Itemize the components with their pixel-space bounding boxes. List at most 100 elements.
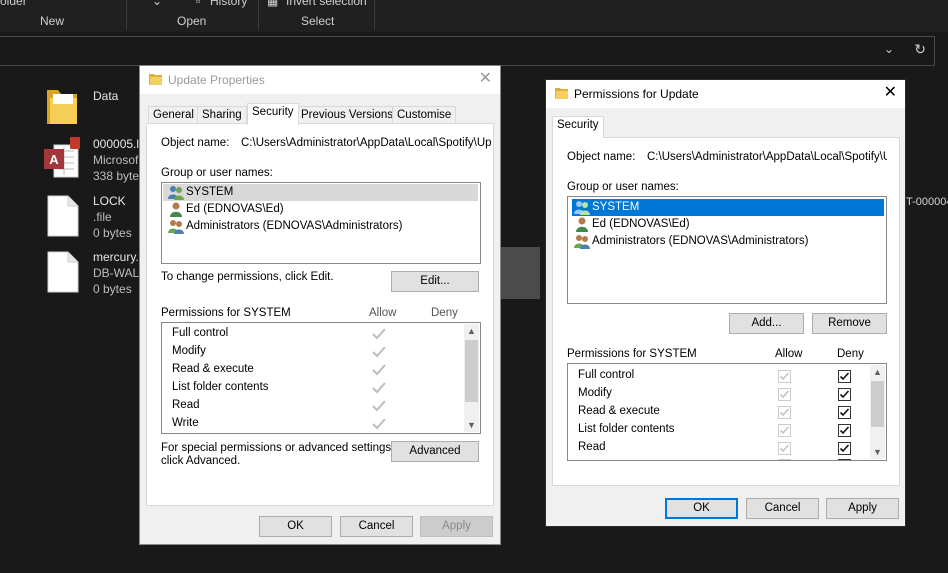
allow-checkbox[interactable] [778, 442, 791, 455]
allow-checkbox[interactable] [778, 459, 791, 461]
permissions-label: Permissions for SYSTEM [567, 348, 697, 360]
allow-header: Allow [775, 348, 803, 360]
deny-checkbox[interactable] [838, 388, 851, 401]
security-panel: Object name: C:\Users\Administrator\AppD… [146, 123, 494, 506]
tab-general[interactable]: General [148, 106, 199, 124]
user-name: Administrators (EDNOVAS\Administrators) [186, 220, 403, 232]
explorer-ribbon: older ⌄ ▫ History ▦ Invert selection New… [0, 0, 948, 32]
folder-icon [555, 88, 568, 99]
user-item-ed[interactable]: Ed (EDNOVAS\Ed) [168, 201, 478, 218]
scroll-down-icon[interactable]: ▼ [464, 418, 479, 432]
deny-checkbox[interactable] [838, 370, 851, 383]
tab-strip: Security [552, 116, 612, 138]
advanced-button[interactable]: Advanced [391, 441, 479, 462]
ribbon-group-open: Open [177, 14, 207, 28]
user-item-ed[interactable]: Ed (EDNOVAS\Ed) [574, 216, 884, 233]
change-permissions-text: To change permissions, click Edit. [161, 271, 334, 283]
security-panel: Object name: C:\Users\Administrator\AppD… [552, 137, 900, 486]
scroll-down-icon[interactable]: ▼ [870, 445, 885, 459]
perm-full-control: Full control [578, 369, 635, 381]
deny-checkbox[interactable] [838, 459, 851, 461]
user-name: SYSTEM [592, 201, 640, 213]
scroll-up-icon[interactable]: ▲ [870, 365, 885, 379]
deny-checkbox[interactable] [838, 406, 851, 419]
folder-icon [47, 90, 77, 124]
titlebar: Update Properties ✕ [140, 66, 500, 94]
ribbon-invert-selection-label[interactable]: Invert selection [286, 0, 367, 8]
file-name: mercury. [93, 250, 139, 264]
groups-label: Group or user names: [567, 181, 679, 193]
object-name-value: C:\Users\Administrator\AppData\Local\Spo… [647, 151, 887, 163]
file-size: 0 bytes [93, 282, 132, 296]
ribbon-new-folder-label[interactable]: older [0, 0, 27, 8]
cancel-button[interactable]: Cancel [746, 498, 819, 519]
apply-button[interactable]: Apply [420, 516, 493, 537]
file-size: 338 bytes [93, 169, 146, 183]
folder-icon [149, 74, 162, 85]
svg-text:A: A [49, 152, 59, 167]
blank-file-icon [47, 251, 79, 293]
scroll-thumb[interactable] [465, 340, 478, 402]
check-mark-icon [372, 328, 386, 340]
deny-checkbox[interactable] [838, 424, 851, 437]
user-item-system[interactable]: SYSTEM [163, 184, 478, 201]
remove-button[interactable]: Remove [812, 313, 887, 334]
ribbon-divider [126, 0, 127, 30]
tab-security[interactable]: Security [247, 103, 299, 125]
user-icon [576, 217, 588, 232]
perm-modify: Modify [578, 387, 612, 399]
object-name-label: Object name: [161, 137, 230, 149]
permissions-list: Full control Modify Read & execute List … [567, 363, 887, 461]
dialog-title: Update Properties [168, 73, 265, 87]
scroll-thumb[interactable] [871, 381, 884, 427]
user-item-administrators[interactable]: Administrators (EDNOVAS\Administrators) [168, 218, 478, 235]
allow-checkbox[interactable] [778, 424, 791, 437]
ribbon-history-label[interactable]: History [210, 0, 247, 8]
close-icon[interactable]: ✕ [884, 84, 897, 102]
edit-button[interactable]: Edit... [391, 271, 479, 292]
scroll-up-icon[interactable]: ▲ [464, 324, 479, 338]
ribbon-group-new: New [40, 14, 65, 28]
perm-read: Read [172, 399, 200, 411]
tab-sharing[interactable]: Sharing [197, 106, 247, 124]
ribbon-divider [374, 0, 375, 30]
check-mark-icon [372, 418, 386, 430]
tab-previous-versions[interactable]: Previous Versions [296, 106, 399, 124]
add-button[interactable]: Add... [729, 313, 804, 334]
ok-button[interactable]: OK [665, 498, 738, 519]
tab-customise[interactable]: Customise [392, 106, 457, 124]
check-mark-icon [372, 382, 386, 394]
close-icon[interactable]: ✕ [479, 70, 492, 88]
deny-checkbox[interactable] [838, 442, 851, 455]
permissions-dialog: Permissions for Update ✕ Security Object… [545, 79, 906, 527]
ok-button[interactable]: OK [259, 516, 332, 537]
update-properties-dialog: Update Properties ✕ General Sharing Secu… [139, 65, 501, 545]
refresh-icon[interactable]: ↻ [914, 41, 926, 58]
perm-read: Read [578, 441, 606, 453]
user-item-administrators[interactable]: Administrators (EDNOVAS\Administrators) [574, 233, 884, 250]
address-bar[interactable] [0, 36, 935, 66]
apply-button[interactable]: Apply [826, 498, 899, 519]
scrollbar[interactable]: ▲ ▼ [870, 365, 885, 459]
invert-selection-icon[interactable]: ▦ [267, 0, 278, 8]
user-name: SYSTEM [186, 186, 234, 198]
tab-strip: General Sharing Security Previous Versio… [148, 103, 494, 125]
allow-checkbox[interactable] [778, 406, 791, 419]
ribbon-dropdown-icon[interactable]: ⌄ [152, 0, 162, 8]
dialog-title: Permissions for Update [574, 87, 699, 101]
scrollbar[interactable]: ▲ ▼ [464, 324, 479, 432]
perm-modify: Modify [172, 345, 206, 357]
history-icon[interactable]: ▫ [196, 0, 200, 8]
user-item-system[interactable]: SYSTEM [572, 199, 884, 216]
allow-checkbox[interactable] [778, 388, 791, 401]
file-type: .file [93, 210, 112, 224]
user-name: Ed (EDNOVAS\Ed) [186, 203, 284, 215]
ribbon-group-select: Select [301, 14, 335, 28]
tab-security[interactable]: Security [552, 116, 604, 138]
cancel-button[interactable]: Cancel [340, 516, 413, 537]
user-group-icon [168, 220, 184, 234]
titlebar: Permissions for Update ✕ [546, 80, 905, 108]
file-name: Data [93, 89, 119, 103]
allow-checkbox[interactable] [778, 370, 791, 383]
chevron-down-icon[interactable]: ⌄ [884, 42, 894, 56]
